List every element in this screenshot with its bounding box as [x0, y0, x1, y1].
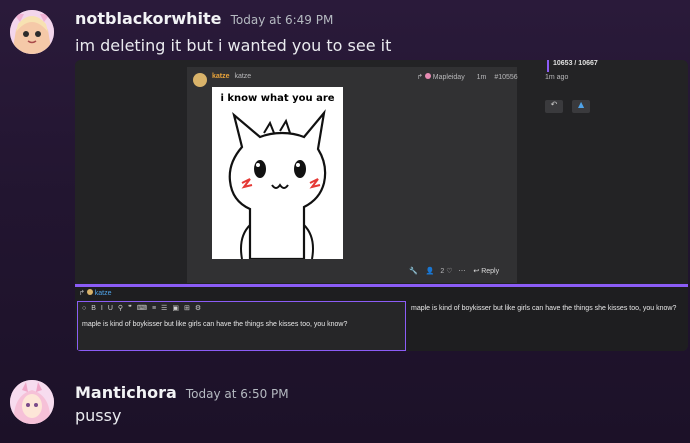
composer-avatar	[86, 289, 93, 295]
avatar-notblackorwhite[interactable]	[10, 10, 54, 54]
reply-icon[interactable]: ↱	[79, 290, 85, 297]
timestamp: Today at 6:49 PM	[230, 13, 334, 27]
composer: ↱ katze ○BIU⚲❞⌨≡☰▣⊞⚙ maple is kind of bo…	[75, 287, 688, 351]
message-header-1: notblackorwhite Today at 6:49 PM	[75, 9, 333, 28]
quote-icon[interactable]: ❞	[128, 305, 137, 312]
avatar-mantichora[interactable]	[10, 380, 54, 424]
align-icon[interactable]: ☰	[161, 305, 172, 312]
settings-icon[interactable]: ⚙	[195, 305, 206, 312]
bookmark-button[interactable]: ▲	[572, 100, 591, 113]
username[interactable]: notblackorwhite	[75, 9, 222, 28]
reply-button[interactable]: ↩ Reply	[473, 268, 499, 275]
cat-drawing	[228, 109, 327, 259]
user-icon[interactable]: 👤	[426, 268, 435, 275]
back-button[interactable]: ↶	[545, 100, 563, 113]
composer-user[interactable]: katze	[95, 290, 112, 297]
post-number[interactable]: #10556	[494, 74, 517, 81]
post-author[interactable]: katze	[212, 73, 230, 80]
timeline-buttons: ↶ ▲	[545, 92, 591, 113]
username[interactable]: Mantichora	[75, 383, 177, 402]
post-author-handle: katze	[234, 73, 252, 80]
underline-icon[interactable]: U	[108, 305, 118, 312]
composer-preview: maple is kind of boykisser but like girl…	[411, 305, 677, 312]
post-actions: 🔧 👤 2 ♡ ⋯ ↩ Reply	[409, 267, 499, 275]
message-header-2: Mantichora Today at 6:50 PM	[75, 383, 289, 402]
italic-icon[interactable]: I	[101, 305, 108, 312]
wrench-icon[interactable]: 🔧	[409, 268, 418, 275]
composer-toolbar: ○BIU⚲❞⌨≡☰▣⊞⚙	[78, 302, 405, 314]
avatar-image	[10, 380, 54, 424]
code-icon[interactable]: ⌨	[137, 305, 152, 312]
timeline-age: 1m ago	[545, 74, 569, 81]
forum-post: katze katze ↱ Mapleiday 1m #10556 i know…	[187, 67, 518, 283]
message-text: pussy	[75, 406, 122, 425]
composer-box[interactable]: ○BIU⚲❞⌨≡☰▣⊞⚙ maple is kind of boykisser …	[77, 301, 406, 351]
more-icon[interactable]: ⋯	[458, 268, 465, 275]
like-count: 2	[440, 268, 445, 275]
avatar-image	[10, 10, 54, 54]
list-icon[interactable]: ≡	[152, 305, 161, 312]
timestamp: Today at 6:50 PM	[185, 387, 289, 401]
composer-text: maple is kind of boykisser but like girl…	[82, 321, 348, 328]
meme-caption: i know what you are	[220, 93, 335, 104]
reply-avatar	[424, 73, 431, 79]
timeline-progress: 10653 / 10667	[553, 60, 598, 67]
composer-header: ↱ katze	[79, 289, 112, 297]
reply-label: Reply	[481, 268, 500, 275]
reply-arrow-icon: ↱	[417, 74, 423, 81]
timeline-bar	[547, 60, 549, 72]
post-meta: ↱ Mapleiday 1m #10556	[417, 73, 518, 81]
link-icon[interactable]: ⚲	[118, 305, 128, 312]
post-avatar	[193, 73, 207, 87]
bold-icon[interactable]: B	[91, 305, 101, 312]
reply-to-user[interactable]: Mapleiday	[433, 74, 465, 81]
table-icon[interactable]: ⊞	[184, 305, 195, 312]
meme-image: i know what you are	[212, 87, 343, 259]
message-text: im deleting it but i wanted you to see i…	[75, 36, 392, 55]
image-icon[interactable]: ▣	[172, 305, 184, 312]
reply-icon: ↩	[473, 268, 480, 275]
post-age: 1m	[476, 74, 487, 81]
image-attachment[interactable]: katze katze ↱ Mapleiday 1m #10556 i know…	[75, 60, 688, 351]
emoji-icon[interactable]: ○	[82, 305, 91, 312]
heart-icon[interactable]: ♡	[446, 268, 452, 275]
